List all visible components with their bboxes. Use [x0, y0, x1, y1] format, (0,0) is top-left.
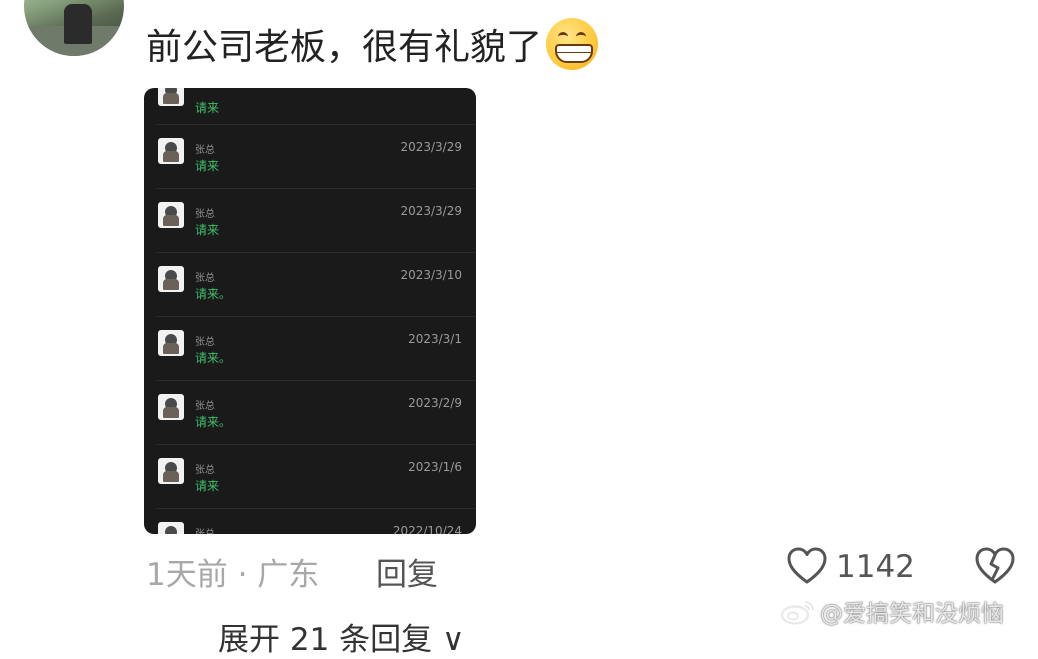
chat-date: 2022/10/24	[392, 524, 462, 534]
contact-avatar	[158, 458, 184, 484]
grinning-face-emoji-icon	[546, 18, 599, 70]
contact-name: 张总	[195, 273, 215, 284]
chat-message: 请来	[195, 479, 220, 493]
contact-name: 张总	[195, 337, 215, 348]
contact-name: 张总	[195, 209, 215, 220]
chat-date: 2023/2/9	[408, 396, 462, 410]
comment-time-location: 1天前 · 广东	[146, 557, 320, 593]
contact-name: 张总	[195, 401, 215, 412]
avatar-figure	[64, 4, 92, 44]
reply-button[interactable]: 回复	[376, 549, 438, 594]
contact-avatar	[158, 88, 184, 106]
heart-outline-icon[interactable]	[786, 546, 828, 586]
contact-name: 张总	[195, 525, 215, 534]
chat-row: 张总 2022/10/24	[144, 508, 476, 534]
chat-row: 张总 请来 2023/3/29	[144, 188, 476, 252]
chat-row: 张总 请来。 2023/2/9	[144, 380, 476, 444]
broken-heart-icon[interactable]	[974, 546, 1016, 586]
contact-avatar	[158, 266, 184, 292]
contact-name: 张总	[195, 465, 215, 476]
chat-date: 2023/1/6	[408, 460, 462, 474]
chat-message: 请来	[195, 159, 220, 173]
expand-replies-link[interactable]: 展开 21 条回复 ∨	[218, 614, 465, 659]
commenter-avatar[interactable]	[24, 0, 124, 56]
like-count: 1142	[836, 549, 915, 585]
contact-name: 张总	[195, 145, 215, 156]
contact-avatar	[158, 330, 184, 356]
contact-avatar	[158, 522, 184, 534]
chat-row: 张总 请来。 2023/3/1	[144, 316, 476, 380]
watermark-text: @爱搞笑和没烦恼	[820, 601, 1004, 627]
contact-avatar	[158, 202, 184, 228]
chat-date: 2023/3/10	[400, 268, 462, 282]
chat-screenshot-image[interactable]: 请来 张总 请来 2023/3/29 张总 请来 2023/3/29 张总 请来…	[144, 88, 476, 534]
watermark: @爱搞笑和没烦恼	[780, 594, 1004, 628]
chat-message: 请来	[195, 223, 220, 237]
chat-message: 请来。	[195, 351, 232, 365]
contact-avatar	[158, 394, 184, 420]
chat-message: 请来	[195, 101, 220, 115]
chat-message: 请来。	[195, 287, 232, 301]
weibo-logo-icon	[780, 601, 814, 625]
comment-text: 前公司老板，很有礼貌了	[146, 27, 543, 68]
chat-row: 张总 请来。 2023/3/10	[144, 252, 476, 316]
chat-row: 张总 请来 2023/3/29	[144, 124, 476, 188]
comment-body: 前公司老板，很有礼貌了	[146, 18, 599, 70]
chat-date: 2023/3/1	[408, 332, 462, 346]
chat-row: 张总 请来 2023/1/6	[144, 444, 476, 508]
chat-date: 2023/3/29	[400, 140, 462, 154]
chat-date: 2023/3/29	[400, 204, 462, 218]
chat-message: 请来。	[195, 415, 232, 429]
contact-avatar	[158, 138, 184, 164]
